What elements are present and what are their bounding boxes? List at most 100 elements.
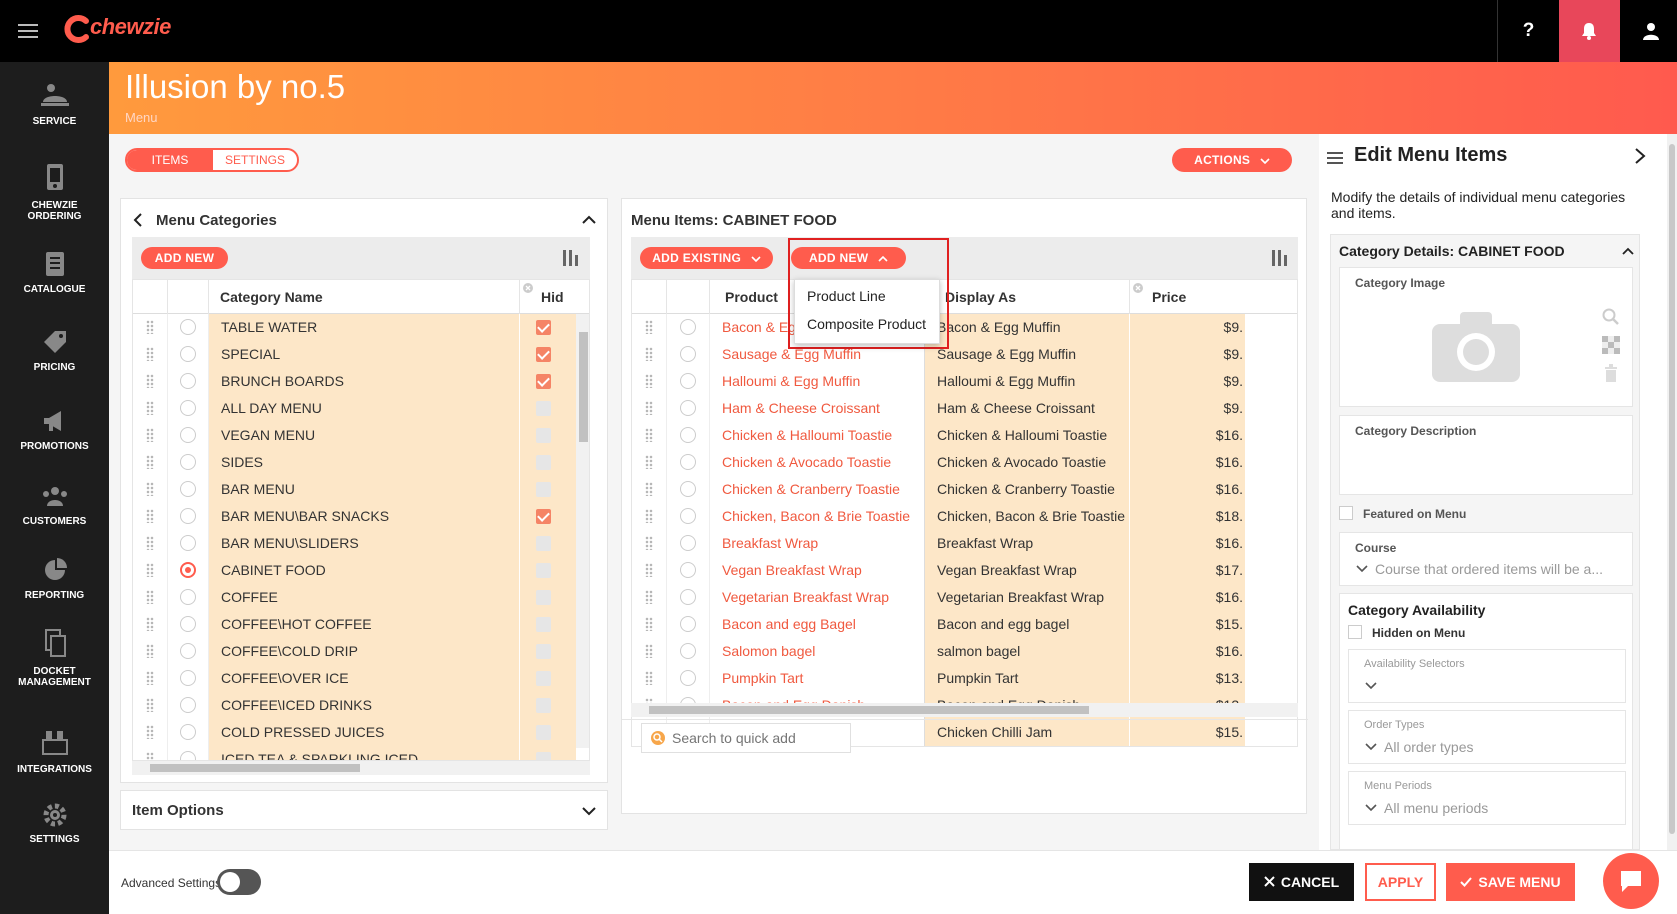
select-radio[interactable] bbox=[180, 616, 196, 632]
camera-icon[interactable] bbox=[1430, 310, 1522, 384]
drag-handle[interactable] bbox=[645, 320, 653, 334]
sidebar-item-integrations[interactable]: INTEGRATIONS bbox=[0, 728, 109, 775]
vertical-scrollbar[interactable] bbox=[1245, 314, 1257, 734]
drag-handle[interactable] bbox=[146, 428, 154, 442]
hidden-checkbox[interactable] bbox=[536, 563, 551, 578]
hidden-checkbox[interactable] bbox=[536, 671, 551, 686]
edit-panel-scrollbar[interactable] bbox=[1667, 134, 1677, 850]
hidden-checkbox[interactable] bbox=[536, 455, 551, 470]
select-radio[interactable] bbox=[180, 535, 196, 551]
availability-selectors-field[interactable]: Availability Selectors bbox=[1348, 649, 1626, 703]
drag-handle[interactable] bbox=[645, 536, 653, 550]
drag-handle[interactable] bbox=[146, 509, 154, 523]
chat-button[interactable] bbox=[1603, 853, 1659, 909]
hidden-checkbox[interactable] bbox=[536, 698, 551, 713]
select-radio[interactable] bbox=[180, 319, 196, 335]
featured-checkbox[interactable] bbox=[1339, 506, 1353, 520]
category-row[interactable]: COLD PRESSED JUICES bbox=[133, 719, 576, 746]
drag-handle[interactable] bbox=[146, 347, 154, 361]
select-radio[interactable] bbox=[680, 427, 696, 443]
quick-add-search[interactable] bbox=[641, 723, 851, 753]
item-row[interactable]: Vegan Breakfast Wrap Vegan Breakfast Wrap… bbox=[632, 557, 1245, 584]
select-radio[interactable] bbox=[180, 373, 196, 389]
sidebar-item-promotions[interactable]: PROMOTIONS bbox=[0, 407, 109, 452]
select-radio[interactable] bbox=[680, 670, 696, 686]
select-radio[interactable] bbox=[680, 643, 696, 659]
select-radio[interactable] bbox=[680, 589, 696, 605]
advanced-settings-toggle[interactable] bbox=[217, 869, 261, 895]
category-row[interactable]: COFFEE\OVER ICE bbox=[133, 665, 576, 692]
product-link[interactable]: Salomon bagel bbox=[709, 638, 924, 665]
hidden-checkbox[interactable] bbox=[536, 725, 551, 740]
drag-handle[interactable] bbox=[146, 320, 154, 334]
select-radio[interactable] bbox=[180, 670, 196, 686]
category-description-field[interactable]: Category Description bbox=[1339, 415, 1633, 495]
clear-filter-icon[interactable] bbox=[1132, 282, 1144, 294]
product-link[interactable]: Halloumi & Egg Muffin bbox=[709, 368, 924, 395]
drag-handle[interactable] bbox=[645, 374, 653, 388]
collapse-icon[interactable] bbox=[1621, 247, 1635, 256]
select-radio[interactable] bbox=[680, 373, 696, 389]
category-row[interactable]: SPECIAL bbox=[133, 341, 576, 368]
menu-lines-icon[interactable] bbox=[1327, 151, 1343, 165]
apply-button[interactable]: APPLY bbox=[1365, 863, 1436, 901]
sidebar-item-service[interactable]: SERVICE bbox=[0, 82, 109, 127]
drag-handle[interactable] bbox=[146, 590, 154, 604]
sidebar-item-customers[interactable]: CUSTOMERS bbox=[0, 484, 109, 527]
drag-handle[interactable] bbox=[146, 374, 154, 388]
item-row[interactable]: Chicken & Cranberry Toastie Chicken & Cra… bbox=[632, 476, 1245, 503]
drag-handle[interactable] bbox=[146, 536, 154, 550]
drag-handle[interactable] bbox=[645, 509, 653, 523]
drag-handle[interactable] bbox=[146, 617, 154, 631]
chevron-down-icon[interactable] bbox=[581, 806, 597, 816]
product-link[interactable]: Chicken & Halloumi Toastie bbox=[709, 422, 924, 449]
vertical-scrollbar[interactable] bbox=[576, 314, 589, 748]
drag-handle[interactable] bbox=[645, 401, 653, 415]
user-button[interactable] bbox=[1620, 0, 1677, 62]
hidden-checkbox[interactable] bbox=[536, 752, 551, 760]
category-row[interactable]: ICED TEA & SPARKLING ICED bbox=[133, 746, 576, 760]
drag-handle[interactable] bbox=[146, 644, 154, 658]
column-header-display-as[interactable]: Display As bbox=[945, 289, 1016, 305]
category-row[interactable]: BAR MENU\SLIDERS bbox=[133, 530, 576, 557]
transparency-icon[interactable] bbox=[1602, 336, 1620, 354]
collapse-icon[interactable] bbox=[581, 215, 597, 225]
category-row[interactable]: COFFEE\HOT COFFEE bbox=[133, 611, 576, 638]
item-row[interactable]: Pumpkin Tart Pumpkin Tart $13. bbox=[632, 665, 1245, 692]
chevron-right-icon[interactable] bbox=[1634, 147, 1646, 165]
clear-filter-icon[interactable] bbox=[522, 282, 534, 294]
column-header-product[interactable]: Product bbox=[725, 289, 778, 305]
drag-handle[interactable] bbox=[146, 752, 154, 760]
hidden-checkbox[interactable] bbox=[536, 644, 551, 659]
category-row[interactable]: VEGAN MENU bbox=[133, 422, 576, 449]
item-row[interactable]: Chicken, Bacon & Brie Toastie Chicken, Ba… bbox=[632, 503, 1245, 530]
item-row[interactable]: Ham & Cheese Croissant Ham & Cheese Crois… bbox=[632, 395, 1245, 422]
drag-handle[interactable] bbox=[645, 644, 653, 658]
select-radio[interactable] bbox=[680, 454, 696, 470]
category-row[interactable]: BAR MENU\BAR SNACKS bbox=[133, 503, 576, 530]
add-new-category-button[interactable]: ADD NEW bbox=[141, 247, 228, 269]
product-link[interactable]: Vegan Breakfast Wrap bbox=[709, 557, 924, 584]
select-radio[interactable] bbox=[680, 508, 696, 524]
item-row[interactable]: Chicken & Avocado Toastie Chicken & Avoca… bbox=[632, 449, 1245, 476]
menu-icon[interactable] bbox=[18, 20, 38, 42]
sidebar-item-pricing[interactable]: PRICING bbox=[0, 328, 109, 373]
category-row[interactable]: BRUNCH BOARDS bbox=[133, 368, 576, 395]
product-link[interactable]: Bacon and egg Bagel bbox=[709, 611, 924, 638]
select-radio[interactable] bbox=[680, 481, 696, 497]
select-radio[interactable] bbox=[180, 589, 196, 605]
select-radio[interactable] bbox=[180, 751, 196, 760]
drag-handle[interactable] bbox=[645, 590, 653, 604]
hidden-checkbox[interactable] bbox=[536, 320, 551, 335]
category-row[interactable]: CABINET FOOD bbox=[133, 557, 576, 584]
cancel-button[interactable]: CANCEL bbox=[1249, 863, 1354, 901]
drag-handle[interactable] bbox=[645, 482, 653, 496]
column-header-hidden[interactable]: Hid bbox=[541, 289, 564, 305]
quick-add-input[interactable] bbox=[672, 728, 842, 748]
help-button[interactable]: ? bbox=[1497, 0, 1559, 62]
hidden-checkbox[interactable] bbox=[536, 401, 551, 416]
course-field[interactable]: Course Course that ordered items will be… bbox=[1339, 532, 1633, 586]
drag-handle[interactable] bbox=[146, 698, 154, 712]
sidebar-item-catalogue[interactable]: CATALOGUE bbox=[0, 250, 109, 295]
hidden-on-menu-checkbox[interactable] bbox=[1348, 625, 1362, 639]
